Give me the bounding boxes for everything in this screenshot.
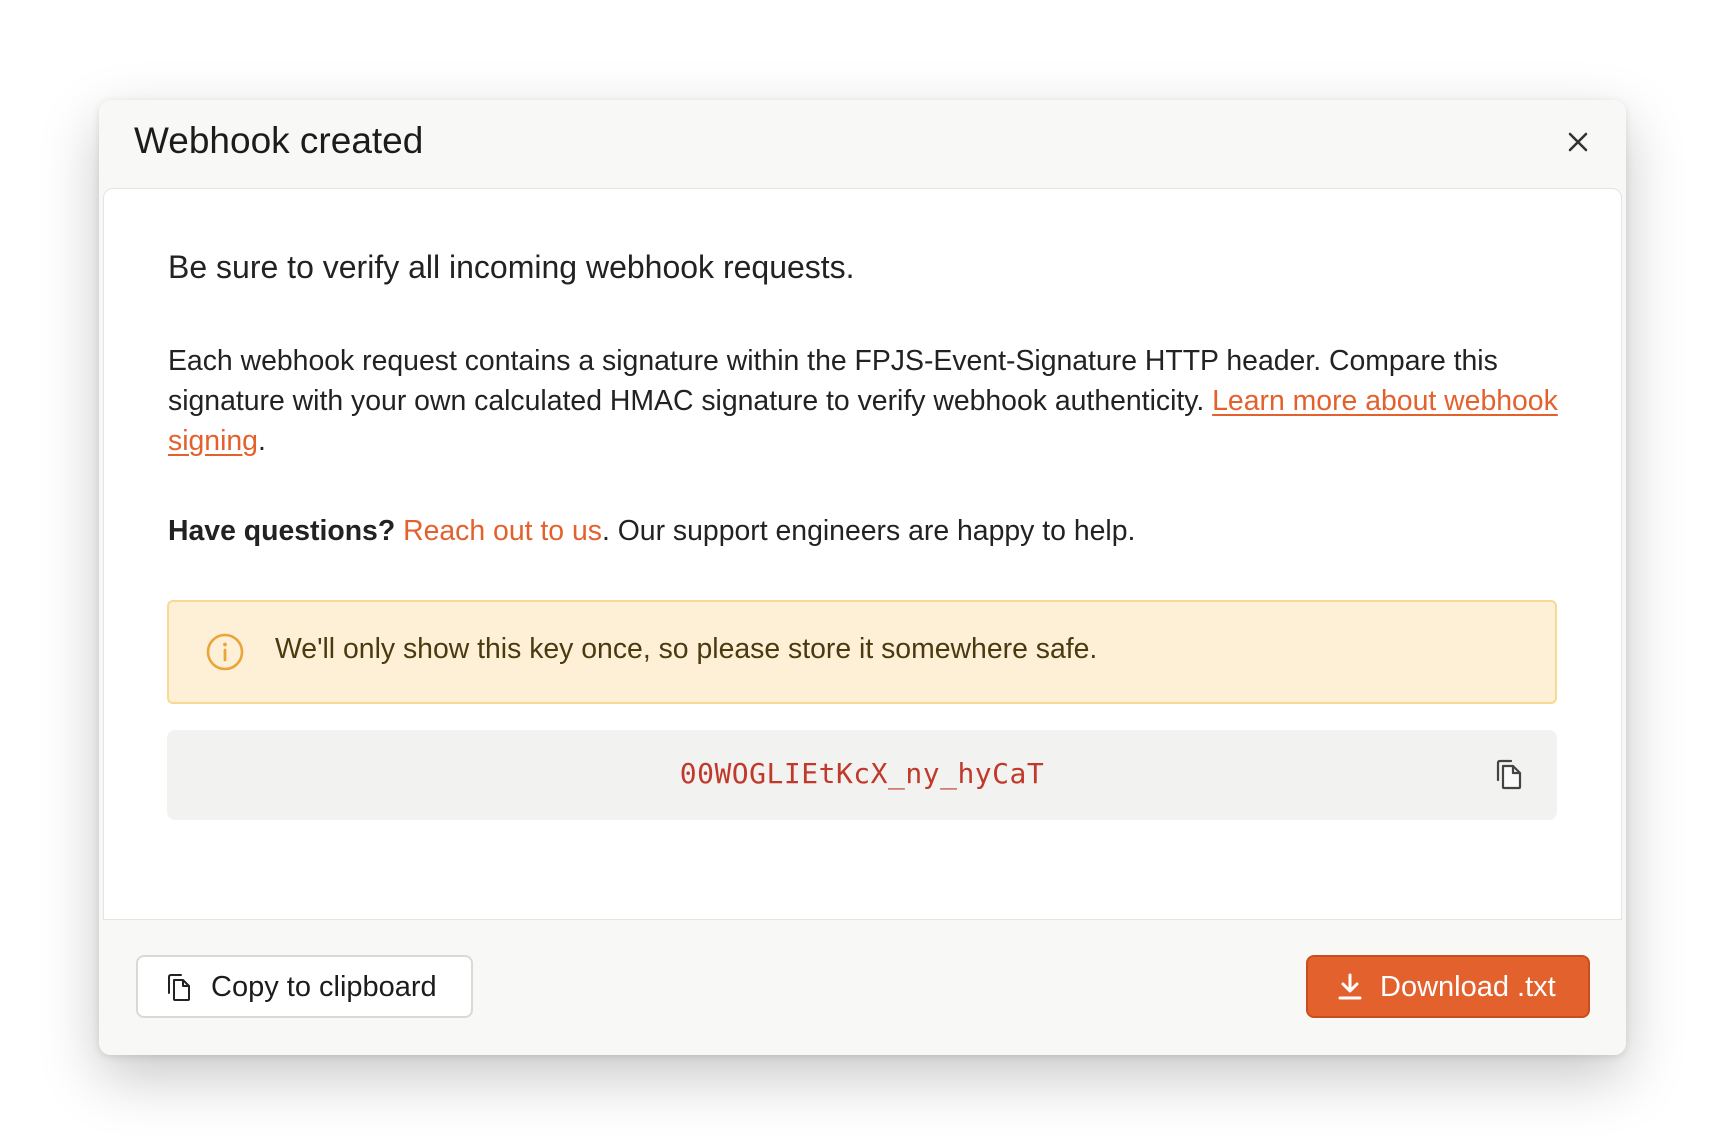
dialog-body: Be sure to verify all incoming webhook r… bbox=[103, 188, 1622, 920]
webhook-created-dialog: Webhook created Be sure to verify all in… bbox=[99, 100, 1626, 1055]
questions-rest: . Our support engineers are happy to hel… bbox=[601, 515, 1136, 547]
dialog-footer: Copy to clipboard Download .txt bbox=[99, 920, 1626, 1055]
secret-key-value[interactable]: 00WOGLIEtKcX_ny_hyCaT bbox=[167, 757, 1557, 790]
dialog-header: Webhook created bbox=[99, 100, 1626, 188]
description-end: . bbox=[257, 425, 266, 457]
alert-message: We'll only show this key once, so please… bbox=[275, 633, 1098, 665]
download-txt-label: Download .txt bbox=[1380, 971, 1556, 1003]
info-circle-icon bbox=[206, 633, 244, 671]
copy-icon bbox=[168, 974, 190, 1001]
download-txt-button[interactable]: Download .txt bbox=[1306, 955, 1590, 1018]
copy-to-clipboard-label: Copy to clipboard bbox=[211, 971, 437, 1003]
secret-key-box: 00WOGLIEtKcX_ny_hyCaT bbox=[167, 730, 1557, 820]
copy-key-button[interactable] bbox=[1491, 756, 1527, 792]
reach-out-link[interactable]: Reach out to us bbox=[403, 515, 602, 547]
download-icon bbox=[1338, 973, 1362, 1000]
dialog-title: Webhook created bbox=[134, 120, 424, 161]
verify-heading: Be sure to verify all incoming webhook r… bbox=[168, 249, 855, 285]
warning-alert: We'll only show this key once, so please… bbox=[167, 600, 1557, 704]
copy-to-clipboard-button[interactable]: Copy to clipboard bbox=[136, 955, 473, 1018]
close-button[interactable] bbox=[1558, 122, 1598, 162]
questions-label: Have questions? bbox=[168, 515, 396, 547]
signature-description: Each webhook request contains a signatur… bbox=[168, 341, 1568, 461]
copy-icon bbox=[1496, 759, 1522, 790]
close-icon bbox=[1568, 132, 1588, 152]
questions-text: Have questions? Reach out to us. Our sup… bbox=[168, 515, 1135, 548]
